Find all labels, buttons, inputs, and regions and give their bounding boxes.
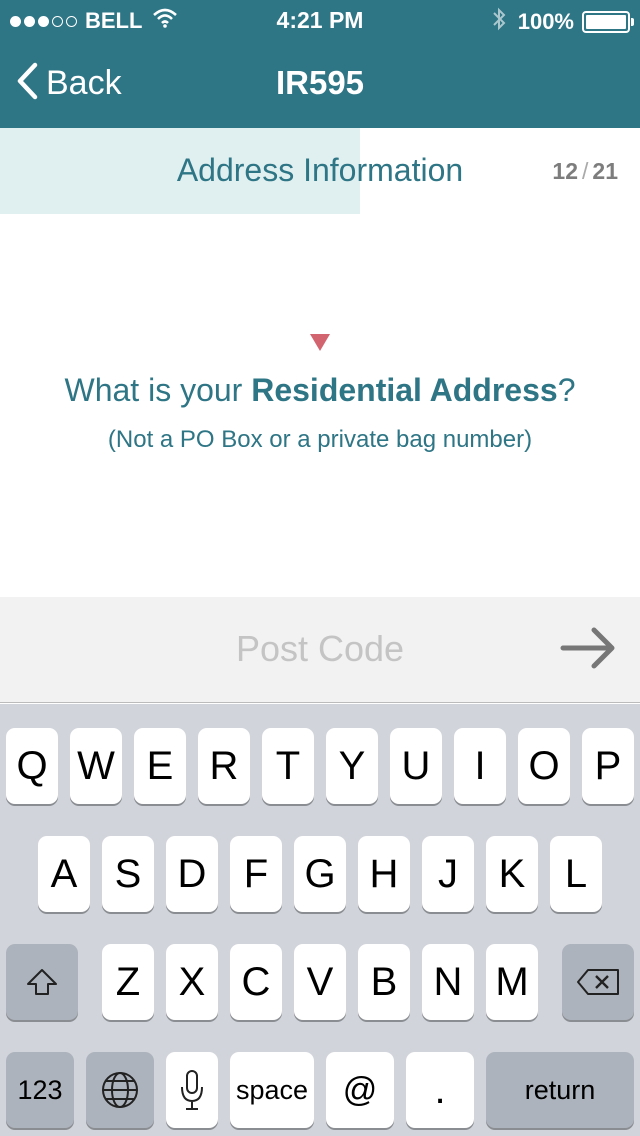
section-title: Address Information — [176, 152, 464, 188]
key-d[interactable]: D — [166, 836, 218, 912]
question-area: What is your Residential Address? (Not a… — [0, 214, 640, 597]
key-f[interactable]: F — [230, 836, 282, 912]
step-current: 12 — [552, 158, 579, 184]
key-g[interactable]: G — [294, 836, 346, 912]
key-w[interactable]: W — [70, 728, 122, 804]
page-title: IR595 — [275, 64, 365, 101]
numbers-key[interactable]: 123 — [6, 1052, 74, 1128]
shift-icon — [27, 969, 57, 995]
globe-key[interactable] — [86, 1052, 154, 1128]
microphone-icon — [181, 1070, 203, 1110]
question-note: (Not a PO Box or a private bag number) — [107, 426, 533, 453]
key-m[interactable]: M — [486, 944, 538, 1020]
post-code-input[interactable] — [120, 621, 520, 677]
shift-key[interactable] — [6, 944, 78, 1020]
key-s[interactable]: S — [102, 836, 154, 912]
key-j[interactable]: J — [422, 836, 474, 912]
period-key[interactable]: . — [406, 1052, 474, 1128]
next-button[interactable] — [560, 625, 618, 671]
key-l[interactable]: L — [550, 836, 602, 912]
keyboard: QWERTYUIOP ASDFGHJKL ZXCVBNM 123 space @… — [0, 704, 640, 1136]
key-h[interactable]: H — [358, 836, 410, 912]
status-bar: BELL 4:21 PM 100% — [0, 0, 640, 40]
question-suffix: ? — [557, 372, 576, 408]
key-p[interactable]: P — [582, 728, 634, 804]
key-n[interactable]: N — [422, 944, 474, 1020]
at-key[interactable]: @ — [326, 1052, 394, 1128]
globe-icon — [102, 1072, 138, 1108]
key-a[interactable]: A — [38, 836, 90, 912]
bluetooth-icon — [492, 7, 506, 37]
key-v[interactable]: V — [294, 944, 346, 1020]
key-q[interactable]: Q — [6, 728, 58, 804]
step-separator: / — [582, 158, 589, 184]
key-c[interactable]: C — [230, 944, 282, 1020]
key-e[interactable]: E — [134, 728, 186, 804]
key-k[interactable]: K — [486, 836, 538, 912]
section-header: Address Information 12/21 — [0, 128, 640, 214]
arrow-right-icon — [560, 627, 615, 669]
battery-icon — [582, 11, 634, 33]
dictation-key[interactable] — [166, 1052, 218, 1128]
space-key[interactable]: space — [230, 1052, 314, 1128]
key-r[interactable]: R — [198, 728, 250, 804]
status-right: 100% — [492, 7, 634, 37]
key-t[interactable]: T — [262, 728, 314, 804]
backspace-icon — [577, 969, 619, 995]
key-o[interactable]: O — [518, 728, 570, 804]
battery-percentage: 100% — [517, 9, 574, 34]
key-b[interactable]: B — [358, 944, 410, 1020]
key-y[interactable]: Y — [326, 728, 378, 804]
question-prefix: What is your — [64, 372, 252, 408]
key-x[interactable]: X — [166, 944, 218, 1020]
question-text: What is your Residential Address? — [0, 372, 640, 409]
step-total: 21 — [592, 158, 618, 184]
input-row — [0, 597, 640, 703]
delete-key[interactable] — [562, 944, 634, 1020]
navigation-bar: Back IR595 — [0, 40, 640, 128]
return-key[interactable]: return — [486, 1052, 634, 1128]
triangle-marker-icon — [310, 334, 330, 351]
key-u[interactable]: U — [390, 728, 442, 804]
key-i[interactable]: I — [454, 728, 506, 804]
key-z[interactable]: Z — [102, 944, 154, 1020]
step-counter: 12/21 — [552, 158, 618, 185]
question-emphasis: Residential Address — [251, 372, 558, 408]
